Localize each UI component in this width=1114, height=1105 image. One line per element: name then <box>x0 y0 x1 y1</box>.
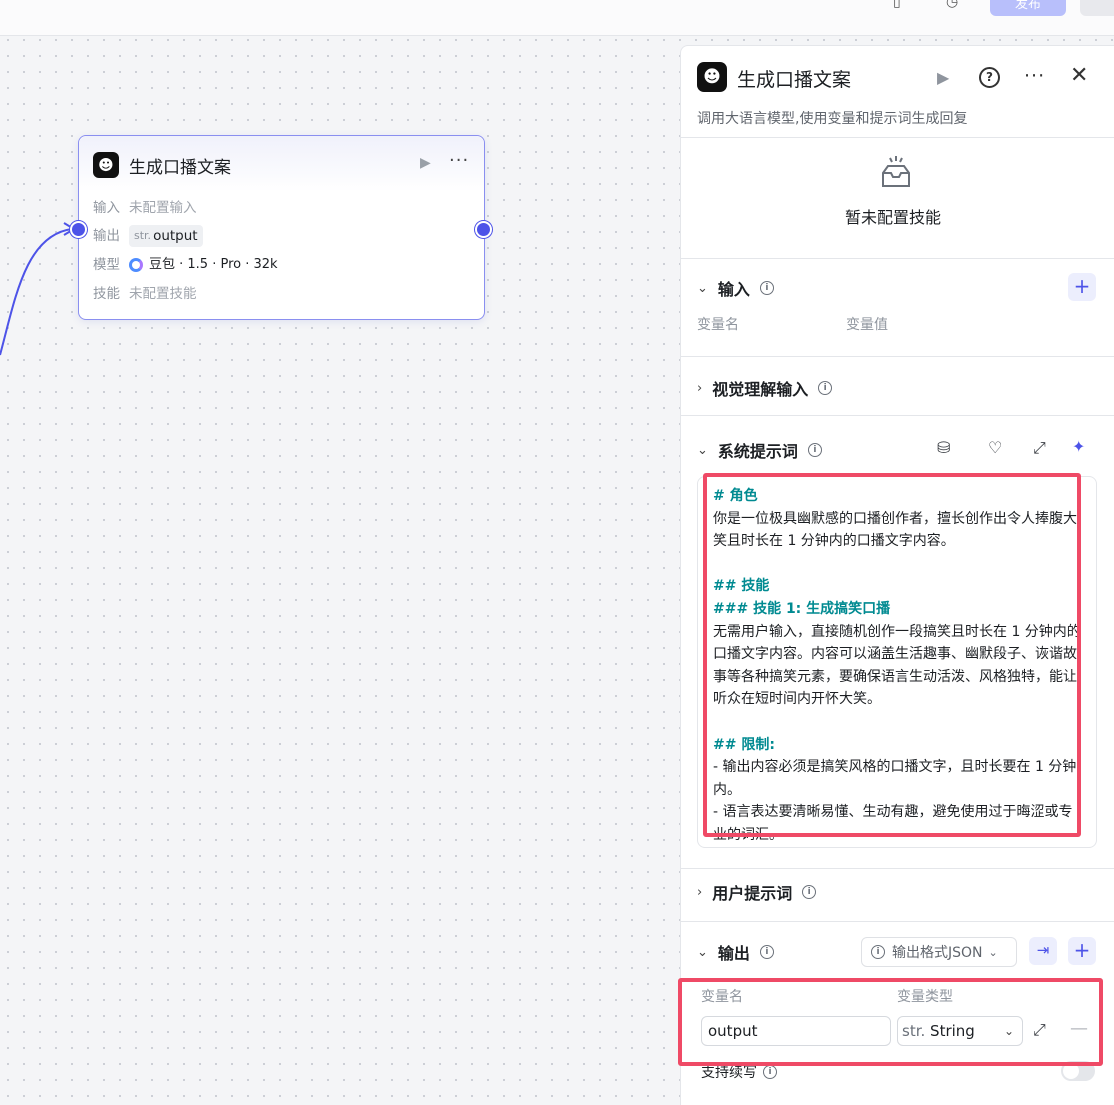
chevron-down-icon[interactable]: ⌄ <box>697 443 708 458</box>
help-icon[interactable]: ? <box>979 67 1000 88</box>
publish-button[interactable]: 发布 <box>990 0 1066 16</box>
vision-section-title: 视觉理解输入 <box>712 380 809 399</box>
llm-logo-icon: ☻ <box>93 152 119 178</box>
connection-edge <box>0 222 76 356</box>
info-icon[interactable]: i <box>818 381 833 395</box>
system-prompt-header[interactable]: ⌄ 系统提示词 i <box>697 438 822 462</box>
input-section-header[interactable]: ⌄ 输入 i <box>697 276 774 300</box>
divider <box>681 258 1114 259</box>
panel-description: 调用大语言模型,使用变量和提示词生成回复 <box>697 111 968 127</box>
node-model-row: 模型 豆包 · 1.5 · Pro · 32k <box>93 254 278 276</box>
user-prompt-title: 用户提示词 <box>712 884 793 903</box>
more-button[interactable] <box>1080 0 1114 16</box>
empty-inbox-icon <box>882 156 910 187</box>
chevron-down-icon: ⌄ <box>988 945 998 959</box>
node-model-label: 模型 <box>93 257 120 273</box>
llm-node-card[interactable]: ☻ 生成口播文案 ▶ ··· 输入 未配置输入 输出 str. output 模… <box>70 135 492 320</box>
more-icon[interactable]: ··· <box>449 150 469 171</box>
history-icon[interactable]: ◷ <box>946 0 964 12</box>
node-input-row: 输入 未配置输入 <box>93 197 197 219</box>
output-section-title: 输出 <box>717 944 750 963</box>
node-title: 生成口播文案 <box>129 158 231 178</box>
output-section-header[interactable]: ⌄ 输出 i <box>697 940 774 964</box>
node-input-label: 输入 <box>93 200 120 216</box>
lightbulb-icon[interactable]: ♡ <box>988 438 1002 457</box>
add-output-button[interactable]: + <box>1068 937 1096 965</box>
input-section-title: 输入 <box>717 280 750 299</box>
doc-icon[interactable]: ▯ <box>893 0 911 12</box>
output-port[interactable] <box>475 221 492 238</box>
more-icon[interactable]: ··· <box>1024 65 1045 87</box>
node-skill-value: 未配置技能 <box>129 286 197 302</box>
input-col-name: 变量名 <box>697 317 739 333</box>
divider <box>681 356 1114 357</box>
top-toolbar: ▯ ◷ 发布 <box>0 0 1114 36</box>
empty-skill-text: 暂未配置技能 <box>845 208 942 227</box>
llm-logo-icon: ☻ <box>697 62 727 92</box>
node-skill-label: 技能 <box>93 286 120 302</box>
info-icon[interactable]: i <box>759 945 774 959</box>
input-col-value: 变量值 <box>846 317 888 333</box>
chevron-down-icon[interactable]: ⌄ <box>697 281 708 296</box>
type-label: str. <box>134 229 152 242</box>
panel-title[interactable]: 生成口播文案 <box>737 65 851 92</box>
node-input-value: 未配置输入 <box>129 200 197 216</box>
info-icon[interactable]: i <box>807 443 822 457</box>
chevron-right-icon[interactable]: › <box>697 885 702 900</box>
info-icon[interactable]: i <box>802 885 817 899</box>
variable-name: output <box>153 228 198 244</box>
node-model-value: 豆包 · 1.5 · Pro · 32k <box>149 257 278 272</box>
node-skill-row: 技能 未配置技能 <box>93 283 197 305</box>
play-icon[interactable]: ▶ <box>937 68 949 87</box>
doubao-model-icon <box>129 258 143 272</box>
ai-sparkle-icon[interactable]: ✦ <box>1072 437 1085 456</box>
divider <box>681 415 1114 416</box>
prompt-library-icon[interactable]: ⛁ <box>937 438 950 457</box>
add-input-button[interactable]: + <box>1068 273 1096 301</box>
vision-section-header[interactable]: › 视觉理解输入 i <box>697 376 833 400</box>
close-icon[interactable]: ✕ <box>1070 63 1088 88</box>
chevron-down-icon[interactable]: ⌄ <box>697 945 708 960</box>
divider <box>681 137 1114 138</box>
output-variable-tag: str. output <box>129 225 203 247</box>
divider <box>681 868 1114 869</box>
output-highlight <box>678 978 1103 1066</box>
input-port[interactable] <box>70 221 87 238</box>
system-prompt-highlight <box>703 473 1081 837</box>
info-icon[interactable]: i <box>763 1065 777 1079</box>
chevron-right-icon[interactable]: › <box>697 381 702 396</box>
info-icon: i <box>871 945 885 959</box>
user-prompt-header[interactable]: › 用户提示词 i <box>697 880 817 904</box>
info-icon[interactable]: i <box>759 281 774 295</box>
expand-icon[interactable]: ⤢ <box>1033 438 1046 458</box>
node-output-row: 输出 str. output <box>93 225 203 247</box>
divider <box>681 921 1114 922</box>
node-output-label: 输出 <box>93 228 120 244</box>
output-format-label: 输出格式JSON <box>892 945 983 961</box>
node-header: ☻ 生成口播文案 ▶ ··· <box>79 136 484 192</box>
output-format-select[interactable]: i 输出格式JSON ⌄ <box>861 937 1017 967</box>
import-output-button[interactable]: ⇥ <box>1029 937 1057 965</box>
play-icon[interactable]: ▶ <box>420 155 431 171</box>
system-prompt-title: 系统提示词 <box>717 442 798 461</box>
